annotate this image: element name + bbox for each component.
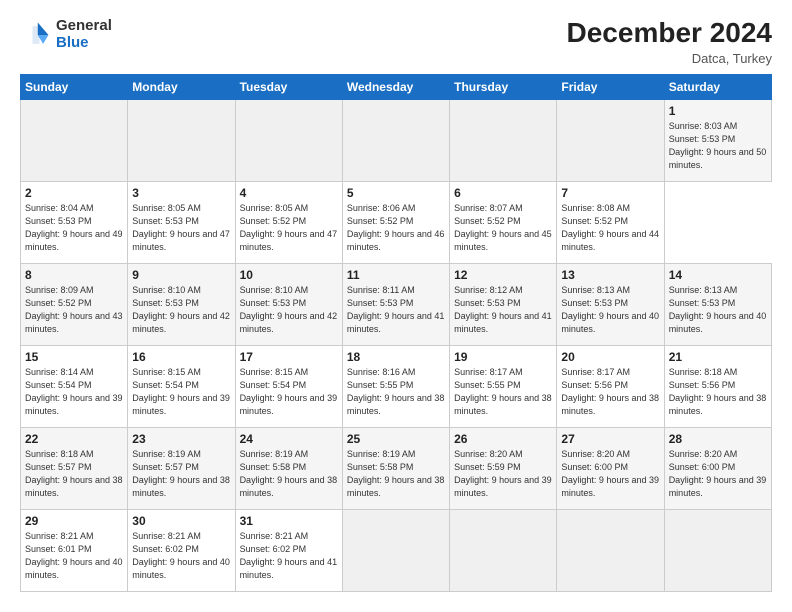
table-row: 25Sunrise: 8:19 AMSunset: 5:58 PMDayligh… (342, 427, 449, 509)
table-row: 23Sunrise: 8:19 AMSunset: 5:57 PMDayligh… (128, 427, 235, 509)
logo: General Blue (20, 18, 112, 51)
col-thursday: Thursday (450, 74, 557, 99)
logo-blue: Blue (56, 35, 112, 52)
table-row: 10Sunrise: 8:10 AMSunset: 5:53 PMDayligh… (235, 263, 342, 345)
empty-cell (342, 99, 449, 181)
table-row: 18Sunrise: 8:16 AMSunset: 5:55 PMDayligh… (342, 345, 449, 427)
table-row: 7Sunrise: 8:08 AMSunset: 5:52 PMDaylight… (557, 181, 664, 263)
location: Datca, Turkey (567, 51, 772, 66)
table-row (450, 509, 557, 591)
table-row (557, 509, 664, 591)
logo-text: General Blue (56, 18, 112, 51)
table-row: 8Sunrise: 8:09 AMSunset: 5:52 PMDaylight… (21, 263, 128, 345)
table-row: 14Sunrise: 8:13 AMSunset: 5:53 PMDayligh… (664, 263, 771, 345)
table-row: 31Sunrise: 8:21 AMSunset: 6:02 PMDayligh… (235, 509, 342, 591)
table-row: 15Sunrise: 8:14 AMSunset: 5:54 PMDayligh… (21, 345, 128, 427)
table-row: 22Sunrise: 8:18 AMSunset: 5:57 PMDayligh… (21, 427, 128, 509)
table-row (664, 509, 771, 591)
calendar-table: Sunday Monday Tuesday Wednesday Thursday… (20, 74, 772, 592)
table-row: 6Sunrise: 8:07 AMSunset: 5:52 PMDaylight… (450, 181, 557, 263)
header: General Blue December 2024 Datca, Turkey (20, 18, 772, 66)
table-row: 21Sunrise: 8:18 AMSunset: 5:56 PMDayligh… (664, 345, 771, 427)
table-row: 20Sunrise: 8:17 AMSunset: 5:56 PMDayligh… (557, 345, 664, 427)
month-title: December 2024 (567, 18, 772, 49)
calendar-week-0: 1Sunrise: 8:03 AMSunset: 5:53 PMDaylight… (21, 99, 772, 181)
table-row (342, 509, 449, 591)
table-row: 27Sunrise: 8:20 AMSunset: 6:00 PMDayligh… (557, 427, 664, 509)
empty-cell (21, 99, 128, 181)
col-monday: Monday (128, 74, 235, 99)
logo-general: General (56, 18, 112, 35)
table-row: 16Sunrise: 8:15 AMSunset: 5:54 PMDayligh… (128, 345, 235, 427)
table-row: 13Sunrise: 8:13 AMSunset: 5:53 PMDayligh… (557, 263, 664, 345)
header-row: Sunday Monday Tuesday Wednesday Thursday… (21, 74, 772, 99)
empty-cell (557, 99, 664, 181)
col-wednesday: Wednesday (342, 74, 449, 99)
col-saturday: Saturday (664, 74, 771, 99)
table-row: 1Sunrise: 8:03 AMSunset: 5:53 PMDaylight… (664, 99, 771, 181)
calendar-header: Sunday Monday Tuesday Wednesday Thursday… (21, 74, 772, 99)
empty-cell (235, 99, 342, 181)
calendar-page: General Blue December 2024 Datca, Turkey… (0, 0, 792, 612)
table-row: 30Sunrise: 8:21 AMSunset: 6:02 PMDayligh… (128, 509, 235, 591)
title-block: December 2024 Datca, Turkey (567, 18, 772, 66)
table-row: 11Sunrise: 8:11 AMSunset: 5:53 PMDayligh… (342, 263, 449, 345)
calendar-week-1: 2Sunrise: 8:04 AMSunset: 5:53 PMDaylight… (21, 181, 772, 263)
table-row: 3Sunrise: 8:05 AMSunset: 5:53 PMDaylight… (128, 181, 235, 263)
col-friday: Friday (557, 74, 664, 99)
calendar-body: 1Sunrise: 8:03 AMSunset: 5:53 PMDaylight… (21, 99, 772, 591)
table-row: 29Sunrise: 8:21 AMSunset: 6:01 PMDayligh… (21, 509, 128, 591)
table-row: 9Sunrise: 8:10 AMSunset: 5:53 PMDaylight… (128, 263, 235, 345)
col-sunday: Sunday (21, 74, 128, 99)
calendar-week-5: 29Sunrise: 8:21 AMSunset: 6:01 PMDayligh… (21, 509, 772, 591)
table-row: 28Sunrise: 8:20 AMSunset: 6:00 PMDayligh… (664, 427, 771, 509)
table-row: 17Sunrise: 8:15 AMSunset: 5:54 PMDayligh… (235, 345, 342, 427)
table-row: 19Sunrise: 8:17 AMSunset: 5:55 PMDayligh… (450, 345, 557, 427)
calendar-week-4: 22Sunrise: 8:18 AMSunset: 5:57 PMDayligh… (21, 427, 772, 509)
table-row: 2Sunrise: 8:04 AMSunset: 5:53 PMDaylight… (21, 181, 128, 263)
empty-cell (128, 99, 235, 181)
empty-cell (450, 99, 557, 181)
table-row: 4Sunrise: 8:05 AMSunset: 5:52 PMDaylight… (235, 181, 342, 263)
table-row: 12Sunrise: 8:12 AMSunset: 5:53 PMDayligh… (450, 263, 557, 345)
calendar-week-3: 15Sunrise: 8:14 AMSunset: 5:54 PMDayligh… (21, 345, 772, 427)
col-tuesday: Tuesday (235, 74, 342, 99)
logo-icon (20, 19, 52, 51)
table-row: 24Sunrise: 8:19 AMSunset: 5:58 PMDayligh… (235, 427, 342, 509)
table-row: 26Sunrise: 8:20 AMSunset: 5:59 PMDayligh… (450, 427, 557, 509)
calendar-week-2: 8Sunrise: 8:09 AMSunset: 5:52 PMDaylight… (21, 263, 772, 345)
table-row: 5Sunrise: 8:06 AMSunset: 5:52 PMDaylight… (342, 181, 449, 263)
